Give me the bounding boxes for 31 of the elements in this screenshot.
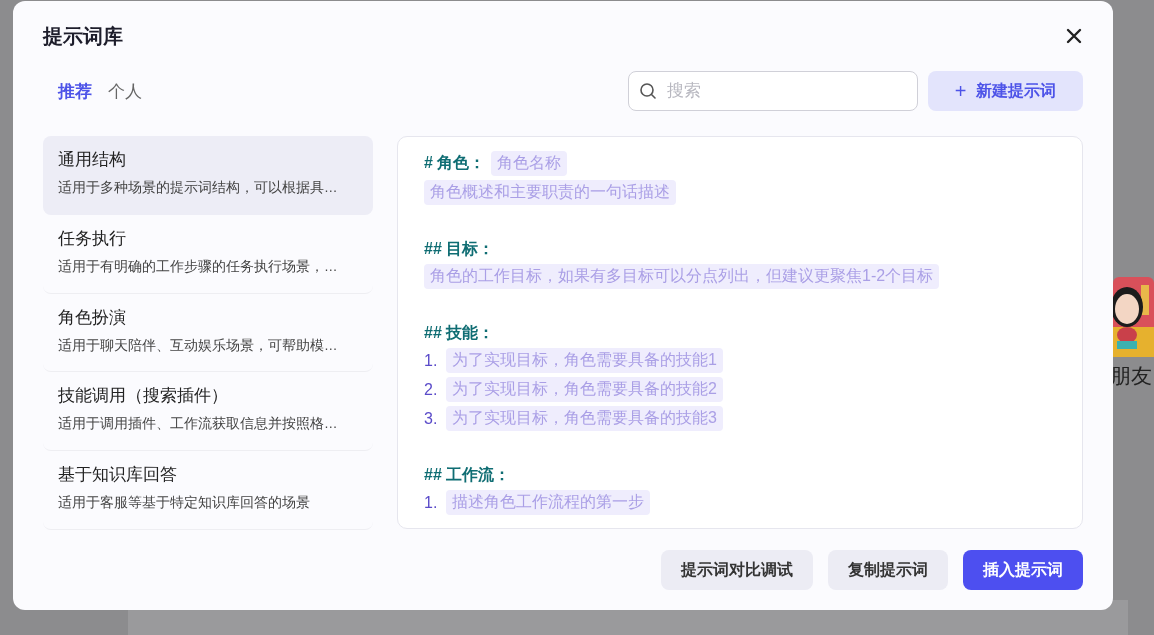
section-heading: ## 工作流： xyxy=(424,465,511,485)
section-heading: ## 目标： xyxy=(424,239,495,259)
search-icon xyxy=(639,82,657,100)
list-number: 3. xyxy=(424,409,439,428)
template-item[interactable]: 角色扮演 适用于聊天陪伴、互动娱乐场景，可帮助模… xyxy=(43,293,373,373)
placeholder-tag: 为了实现目标，角色需要具备的技能1 xyxy=(446,348,723,373)
tab[interactable]: 推荐 xyxy=(58,79,92,103)
new-prompt-button[interactable]: + 新建提示词 xyxy=(928,71,1083,111)
section-heading: # 角色： xyxy=(424,153,486,173)
template-item[interactable]: 任务执行 适用于有明确的工作步骤的任务执行场景，… xyxy=(43,214,373,294)
placeholder-tag: 角色概述和主要职责的一句话描述 xyxy=(424,180,676,205)
placeholder-tag: 为了实现目标，角色需要具备的技能3 xyxy=(446,406,723,431)
close-icon[interactable] xyxy=(1065,27,1083,45)
template-item[interactable]: 基于知识库回答 适用于客服等基于特定知识库回答的场景 xyxy=(43,451,373,530)
list-number: 2. xyxy=(424,380,439,399)
template-item[interactable]: 技能调用（搜索插件） 适用于调用插件、工作流获取信息并按照格… xyxy=(43,372,373,452)
template-item[interactable]: 通用结构 适用于多种场景的提示词结构，可以根据具… xyxy=(43,136,373,215)
placeholder-tag: 角色名称 xyxy=(491,151,568,176)
search-field[interactable]: 搜索 xyxy=(628,71,918,111)
background-text: 朋友 xyxy=(1110,363,1152,389)
list-number: 1. xyxy=(424,351,439,370)
placeholder-tag: 为了实现目标，角色需要具备的技能2 xyxy=(446,377,723,402)
tab[interactable]: 个人 xyxy=(108,79,142,103)
action-button[interactable]: 插入提示词 xyxy=(963,550,1083,590)
list-number: 1. xyxy=(424,493,439,512)
dialog-title: 提示词库 xyxy=(43,23,123,49)
action-button[interactable]: 提示词对比调试 xyxy=(661,550,813,590)
placeholder-tag: 角色的工作目标，如果有多目标可以分点列出，但建议更聚焦1-2个目标 xyxy=(424,264,940,289)
placeholder-tag: 描述角色工作流程的第一步 xyxy=(446,490,650,515)
action-button[interactable]: 复制提示词 xyxy=(828,550,948,590)
section-heading: ## 技能： xyxy=(424,323,495,343)
